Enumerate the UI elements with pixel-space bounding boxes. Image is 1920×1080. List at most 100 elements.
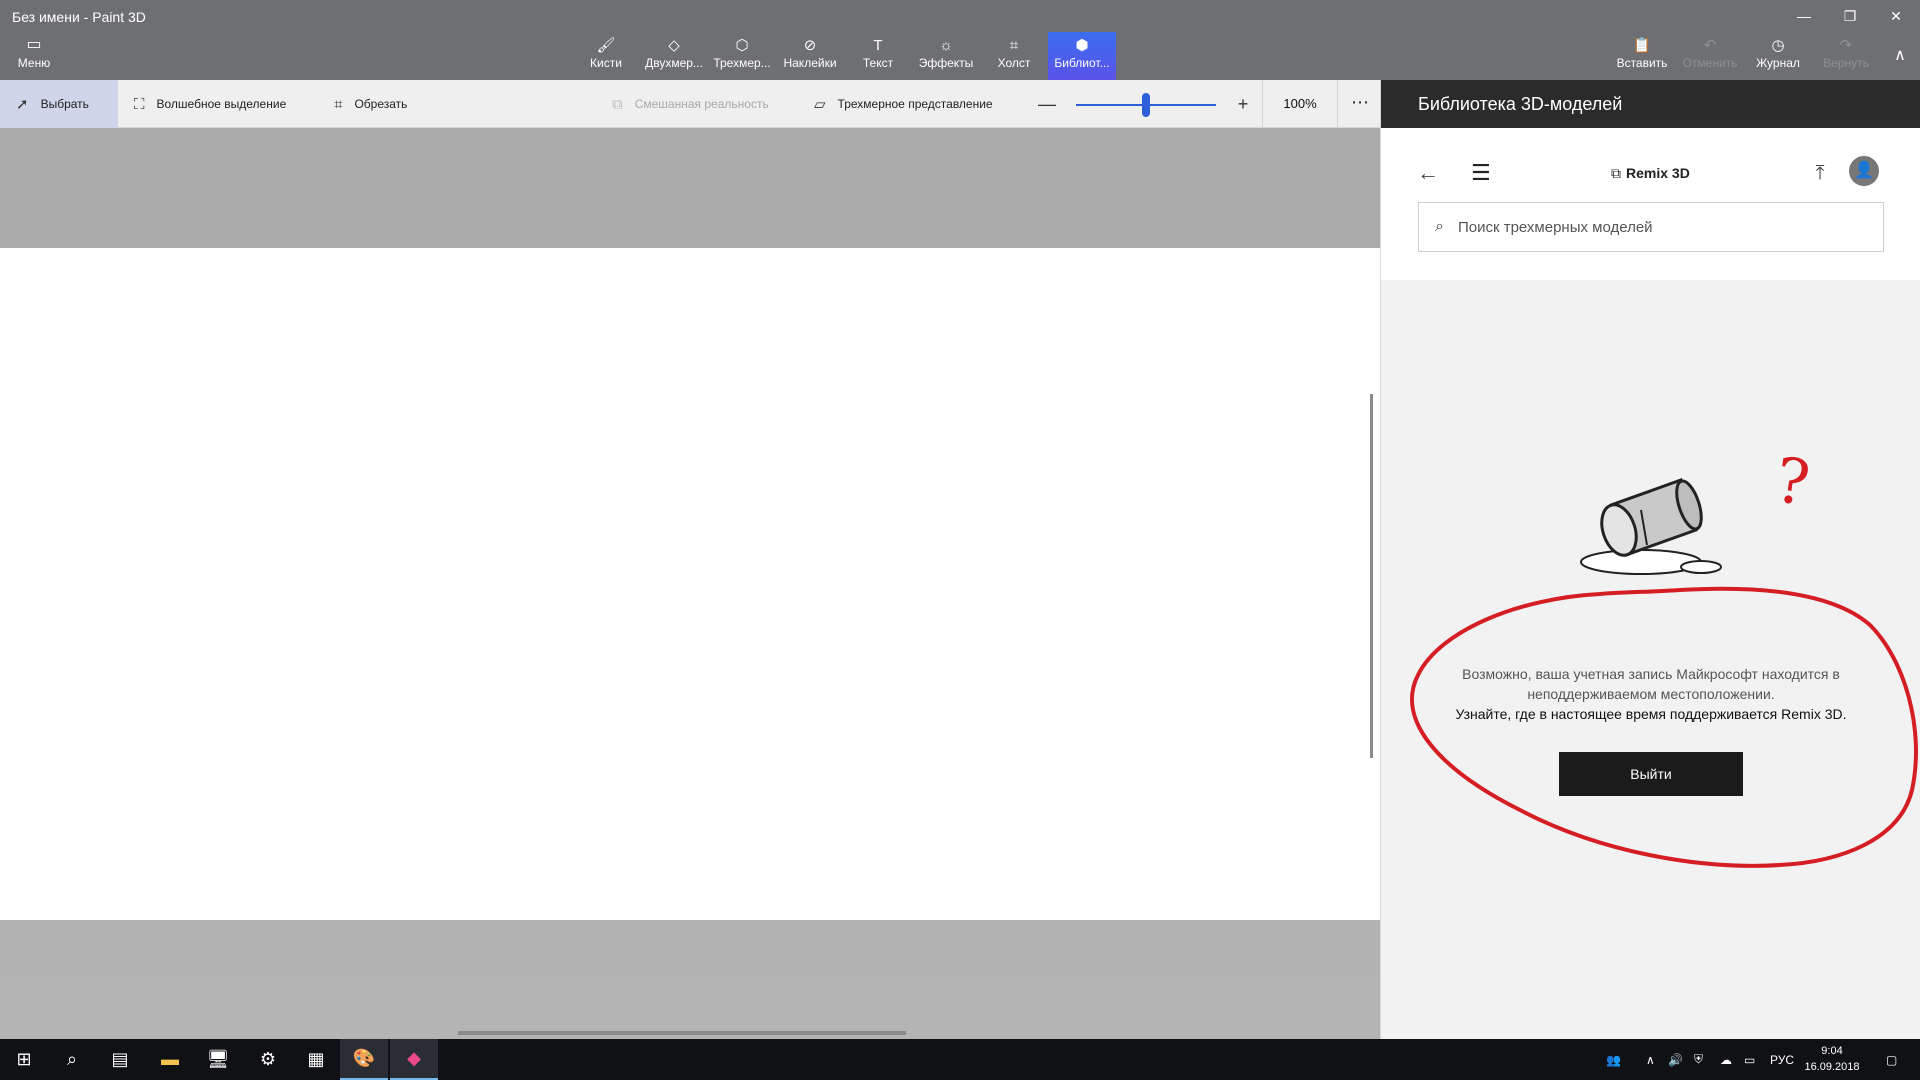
back-arrow-icon[interactable]: ← (1417, 158, 1447, 188)
tab-effects[interactable]: ☼ Эффекты (912, 32, 980, 80)
tab-canvas[interactable]: ⌗ Холст (980, 32, 1048, 80)
vertical-scrollbar[interactable] (1370, 394, 1373, 758)
cursor-icon: ➚ (16, 96, 29, 113)
folder-icon: ▭ (26, 36, 42, 53)
volume-icon[interactable]: 🔊 (1668, 1039, 1683, 1080)
window-title: Без имени - Paint 3D (12, 9, 146, 25)
paint3d-button[interactable]: ◆ (390, 1039, 438, 1080)
question-mark-annotation: ? (1771, 443, 1815, 520)
message-line-2[interactable]: Узнайте, где в настоящее время поддержив… (1411, 704, 1891, 724)
magic-select-tool[interactable]: ⛶ Волшебное выделение (134, 80, 286, 128)
history-icon: ◷ (1771, 37, 1785, 54)
zoom-in-button[interactable]: + (1228, 80, 1258, 128)
search-icon: ⌕ (1435, 218, 1444, 235)
search-icon: ⌕ (66, 1049, 78, 1069)
mixed-reality-button[interactable]: ⧉ Смешанная реальность (612, 80, 769, 128)
remix3d-icon: ⧉ (1611, 165, 1621, 181)
zoom-value[interactable]: 100% (1262, 80, 1338, 128)
network-icon[interactable]: ▭ (1744, 1039, 1755, 1080)
title-bar: Без имени - Paint 3D — ❐ ✕ ▭ Меню 🖌 Кисти… (0, 0, 1920, 80)
history-button[interactable]: ◷ Журнал (1744, 32, 1812, 80)
hamburger-menu-icon[interactable]: ☰ (1471, 158, 1501, 188)
horizontal-scrollbar[interactable] (458, 1031, 906, 1035)
tab-label: Библиот... (1054, 56, 1110, 70)
defender-icon[interactable]: ⛨ (1694, 1039, 1703, 1080)
redo-button[interactable]: ↷ Вернуть (1812, 32, 1880, 80)
maximize-button[interactable]: ❐ (1830, 4, 1870, 28)
tab-stickers[interactable]: ⊘ Наклейки (776, 32, 844, 80)
taskbar: ⊞ ⌕ ▤ ▬ 🖥 ⚙ ▦ 🎨 ◆ 👥 ∧ 🔊 ⛨ ☁ ▭ РУС 9:04 1… (0, 1039, 1920, 1080)
close-button[interactable]: ✕ (1876, 4, 1916, 28)
clipboard-icon: 📋 (1632, 37, 1652, 54)
notification-icon[interactable]: ▢ (1886, 1039, 1897, 1080)
3d-shapes-icon: ⬡ (735, 37, 749, 54)
menu-button[interactable]: ▭ Меню (10, 36, 58, 76)
text-icon: T (873, 37, 883, 54)
3d-view-button[interactable]: ▱ Трехмерное представление (814, 80, 993, 128)
undo-label: Отменить (1682, 56, 1738, 70)
tab-label: Текст (862, 56, 894, 70)
tab-2d-shapes[interactable]: ◇ Двухмер... (640, 32, 708, 80)
workspace (0, 128, 1380, 1039)
sign-out-button[interactable]: Выйти (1559, 752, 1743, 796)
start-button[interactable]: ⊞ (0, 1039, 48, 1080)
onedrive-icon[interactable]: ☁ (1720, 1039, 1732, 1080)
gear-icon: ⚙ (259, 1049, 277, 1069)
app-button[interactable]: 🖥 (194, 1039, 242, 1080)
sticker-icon: ⊘ (803, 37, 817, 54)
search-taskbar-button[interactable]: ⌕ (48, 1039, 96, 1080)
brand-label: Remix 3D (1626, 165, 1690, 181)
tool-bar: ➚ Выбрать ⛶ Волшебное выделение ⌗ Обрезать … (0, 80, 1380, 128)
magic-select-icon: ⛶ (134, 95, 145, 113)
calculator-button[interactable]: ▦ (292, 1039, 340, 1080)
settings-button[interactable]: ⚙ (244, 1039, 292, 1080)
library-icon: ⬢ (1075, 37, 1089, 54)
unsupported-location-message: Возможно, ваша учетная запись Майкрософт… (1411, 664, 1891, 724)
more-options-icon[interactable]: ⋯ (1340, 80, 1380, 128)
3d-view-label: Трехмерное представление (837, 97, 993, 111)
message-line-1: Возможно, ваша учетная запись Майкрософт… (1462, 666, 1840, 702)
tab-text[interactable]: T Текст (844, 32, 912, 80)
collapse-ribbon-icon[interactable]: ∧ (1880, 32, 1920, 80)
select-tool[interactable]: ➚ Выбрать (0, 80, 118, 128)
crop-label: Обрезать (354, 97, 408, 111)
paint3d-icon: ◆ (407, 1048, 421, 1068)
crop-tool[interactable]: ⌗ Обрезать (334, 80, 407, 128)
tab-brushes[interactable]: 🖌 Кисти (572, 32, 640, 80)
redo-label: Вернуть (1823, 56, 1869, 70)
paste-button[interactable]: 📋 Вставить (1608, 32, 1676, 80)
upload-icon[interactable]: ⤒ (1805, 158, 1835, 188)
clock-time: 9:04 (1821, 1045, 1843, 1057)
undo-button[interactable]: ↶ Отменить (1676, 32, 1744, 80)
zoom-slider-thumb[interactable] (1142, 93, 1150, 117)
chevron-up-icon[interactable]: ∧ (1646, 1039, 1655, 1080)
language-indicator[interactable]: РУС (1770, 1039, 1794, 1080)
history-label: Журнал (1756, 56, 1800, 70)
quick-actions: 📋 Вставить ↶ Отменить ◷ Журнал ↷ Вернуть ∧ (1608, 32, 1920, 80)
palette-icon: 🎨 (352, 1048, 376, 1068)
tab-label: Эффекты (918, 56, 974, 70)
spilled-cup-illustration (1580, 478, 1722, 575)
people-icon[interactable]: 👥 (1606, 1039, 1621, 1080)
task-view-button[interactable]: ▤ (96, 1039, 144, 1080)
clock-date: 16.09.2018 (1804, 1061, 1860, 1073)
windows-icon: ⊞ (16, 1049, 32, 1069)
menu-label: Меню (17, 56, 51, 70)
calculator-icon: ▦ (307, 1049, 325, 1069)
paint-button[interactable]: 🎨 (340, 1039, 388, 1080)
zoom-out-button[interactable]: — (1032, 80, 1062, 128)
drawing-canvas[interactable] (0, 248, 1380, 920)
tab-library[interactable]: ⬢ Библиот... (1048, 32, 1116, 80)
library-panel: Библиотека 3D-моделей ← ☰ ⧉ Remix 3D ⤒ 👤 … (1380, 80, 1920, 1039)
clock[interactable]: 9:04 16.09.2018 (1800, 1043, 1864, 1075)
tab-3d-shapes[interactable]: ⬡ Трехмер... (708, 32, 776, 80)
crop-icon: ⌗ (334, 95, 343, 113)
search-input[interactable] (1457, 218, 1838, 236)
select-label: Выбрать (40, 97, 89, 111)
remix3d-logo: ⧉ Remix 3D (1611, 158, 1690, 188)
magic-select-label: Волшебное выделение (156, 97, 287, 111)
avatar[interactable]: 👤 (1849, 156, 1879, 186)
file-explorer-button[interactable]: ▬ (146, 1039, 194, 1080)
folder-icon: ▬ (161, 1049, 179, 1069)
minimize-button[interactable]: — (1784, 4, 1824, 28)
